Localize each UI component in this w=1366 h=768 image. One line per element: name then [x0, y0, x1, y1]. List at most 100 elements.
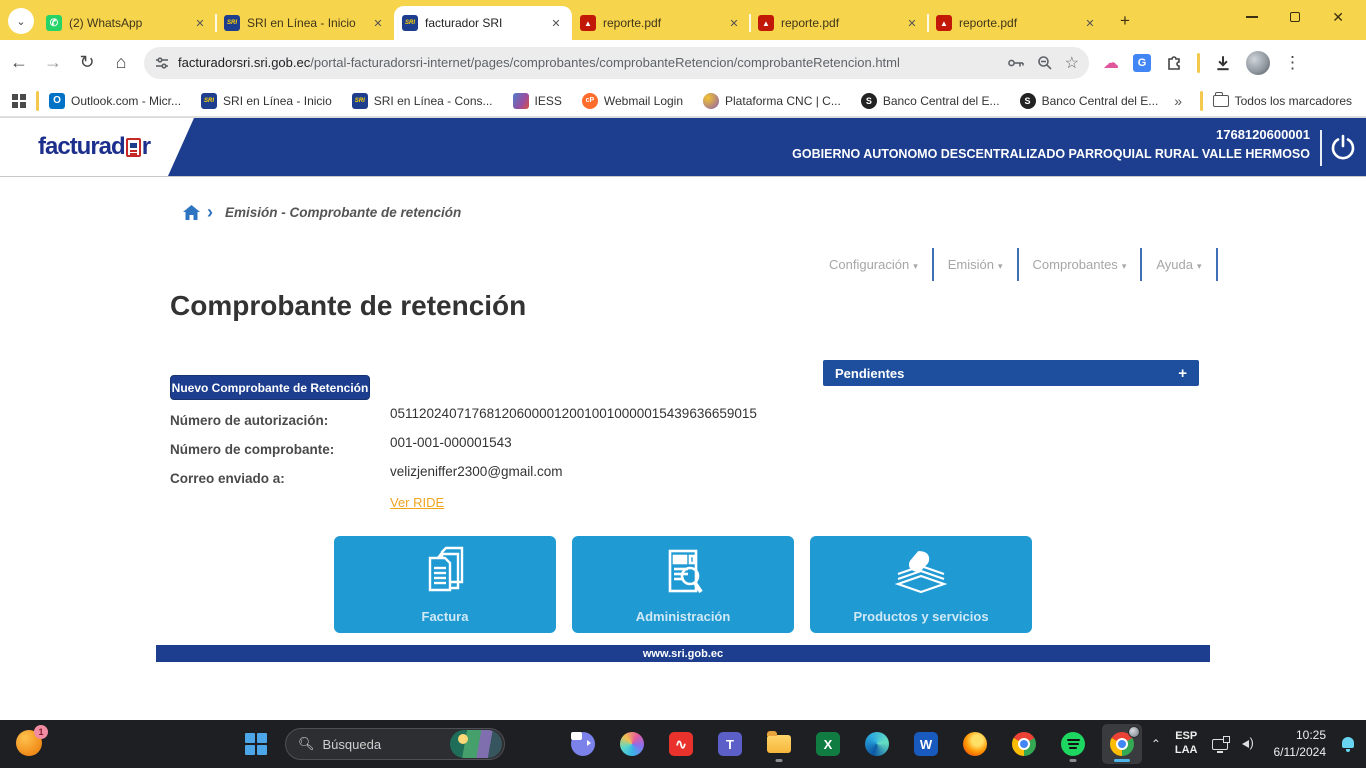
tab-reporte-pdf-1[interactable]: ▲ reporte.pdf ✕ — [572, 6, 750, 40]
bookmarks-overflow-icon[interactable]: » — [1174, 93, 1182, 109]
excel-button[interactable]: X — [808, 724, 848, 764]
profile-avatar — [1128, 726, 1140, 738]
word-button[interactable]: W — [906, 724, 946, 764]
logout-power-icon[interactable] — [1328, 133, 1358, 163]
tray-chevron-up-icon[interactable]: ⌃ — [1151, 737, 1161, 751]
tab-sri-en-linea[interactable]: SRI SRI en Línea - Inicio ✕ — [216, 6, 394, 40]
excel-icon: X — [816, 732, 840, 756]
tab-facturador-sri-active[interactable]: SRI facturador SRI ✕ — [394, 6, 572, 40]
tile-factura[interactable]: Factura — [334, 536, 556, 633]
nav-emision[interactable]: Emisión▾ — [934, 248, 1019, 281]
bookmark-banco-central-2[interactable]: S Banco Central del E... — [1020, 93, 1159, 109]
field-row: Número de comprobante: 001-001-000001543 — [170, 435, 810, 457]
chrome-profile-button-active[interactable] — [1102, 724, 1142, 764]
edge-button[interactable] — [857, 724, 897, 764]
facturador-logo[interactable]: facturadr — [38, 133, 150, 161]
tab-close-icon[interactable]: ✕ — [192, 15, 208, 31]
ver-ride-link[interactable]: Ver RIDE — [390, 495, 444, 510]
menu-dots-icon[interactable]: ⋮ — [1284, 53, 1301, 73]
site-info-tune-icon[interactable] — [154, 55, 170, 71]
profile-avatar[interactable] — [1246, 51, 1270, 75]
sri-favicon: SRI — [402, 15, 418, 31]
notification-bell-icon[interactable] — [1340, 736, 1356, 752]
tab-whatsapp[interactable]: ✆ (2) WhatsApp ✕ — [38, 6, 216, 40]
field-row: Correo enviado a: velizjeniffer2300@gmai… — [170, 464, 810, 486]
zoom-icon[interactable] — [1037, 55, 1053, 71]
bookmarks-bar: O Outlook.com - Micr... SRI SRI en Línea… — [0, 85, 1366, 117]
bookmark-sri-inicio[interactable]: SRI SRI en Línea - Inicio — [201, 93, 332, 109]
network-icon[interactable] — [1212, 739, 1228, 750]
bookmark-webmail[interactable]: cP Webmail Login — [582, 93, 683, 109]
nav-comprobantes[interactable]: Comprobantes▾ — [1019, 248, 1143, 281]
download-icon[interactable] — [1214, 54, 1232, 72]
translate-icon[interactable]: G — [1133, 54, 1151, 72]
pendientes-panel-header[interactable]: Pendientes + — [823, 360, 1199, 386]
taskbar-search[interactable]: 🔍︎ Búsqueda — [285, 728, 505, 760]
task-view-button[interactable] — [514, 724, 554, 764]
chat-button[interactable] — [563, 724, 603, 764]
forward-icon[interactable]: → — [38, 48, 68, 78]
nav-configuracion[interactable]: Configuración▾ — [815, 248, 934, 281]
whatsapp-icon: ✆ — [46, 15, 62, 31]
all-bookmarks-button[interactable]: Todos los marcadores — [1213, 94, 1352, 108]
site-header: facturadr 1768120600001 GOBIERNO AUTONOM… — [0, 117, 1366, 177]
tab-close-icon[interactable]: ✕ — [1082, 15, 1098, 31]
back-icon[interactable]: ← — [4, 48, 34, 78]
maximize-icon[interactable] — [1290, 12, 1300, 22]
language-line1: ESP — [1175, 730, 1197, 742]
copilot-icon — [620, 732, 644, 756]
tab-close-icon[interactable]: ✕ — [726, 15, 742, 31]
chat-icon — [571, 732, 595, 756]
bookmark-iess[interactable]: IESS — [513, 93, 562, 109]
copilot-button[interactable] — [612, 724, 652, 764]
tab-reporte-pdf-3[interactable]: ▲ reporte.pdf ✕ — [928, 6, 1106, 40]
home-icon[interactable] — [182, 204, 201, 221]
acrobat-button[interactable] — [661, 724, 701, 764]
minimize-icon[interactable] — [1246, 16, 1258, 18]
nav-ayuda[interactable]: Ayuda▾ — [1142, 248, 1217, 281]
bookmark-outlook[interactable]: O Outlook.com - Micr... — [49, 93, 181, 109]
chrome-button[interactable] — [1004, 724, 1044, 764]
tab-close-icon[interactable]: ✕ — [548, 15, 564, 31]
tab-label: reporte.pdf — [603, 16, 726, 30]
tab-label: reporte.pdf — [959, 16, 1082, 30]
tile-productos-servicios[interactable]: Productos y servicios — [810, 536, 1032, 633]
weather-widget-icon[interactable]: 1 — [16, 730, 42, 756]
spotify-button[interactable] — [1053, 724, 1093, 764]
apps-grid-icon[interactable] — [12, 94, 26, 108]
reload-icon[interactable]: ↻ — [72, 48, 102, 78]
field-label: Correo enviado a: — [170, 464, 390, 486]
file-explorer-button[interactable] — [759, 724, 799, 764]
address-bar[interactable]: facturadorsri.sri.gob.ec/portal-facturad… — [144, 47, 1089, 79]
teams-button[interactable]: T — [710, 724, 750, 764]
bookmark-sri-consultas[interactable]: SRI SRI en Línea - Cons... — [352, 93, 493, 109]
home-icon[interactable]: ⌂ — [106, 48, 136, 78]
volume-icon[interactable] — [1242, 737, 1260, 751]
new-tab-button[interactable]: + — [1112, 8, 1138, 34]
chevron-right-icon: › — [207, 203, 213, 221]
expand-plus-icon[interactable]: + — [1178, 365, 1187, 382]
passwords-key-icon[interactable] — [1007, 56, 1025, 70]
language-indicator[interactable]: ESP LAA — [1175, 730, 1198, 758]
new-retention-voucher-button[interactable]: Nuevo Comprobante de Retención — [170, 375, 370, 400]
weather-extension-icon[interactable]: ☁ — [1103, 53, 1119, 73]
clock[interactable]: 10:25 6/11/2024 — [1274, 727, 1327, 761]
tab-close-icon[interactable]: ✕ — [370, 15, 386, 31]
tab-search-button[interactable]: ⌄ — [8, 8, 34, 34]
bookmark-star-icon[interactable]: ☆ — [1065, 53, 1079, 73]
firefox-button[interactable] — [955, 724, 995, 764]
tab-close-icon[interactable]: ✕ — [904, 15, 920, 31]
bookmark-label: Banco Central del E... — [883, 94, 1000, 108]
extensions-puzzle-icon[interactable] — [1165, 54, 1183, 72]
main-nav: Configuración▾ Emisión▾ Comprobantes▾ Ay… — [815, 248, 1171, 281]
browser-tab-strip: ⌄ ✆ (2) WhatsApp ✕ SRI SRI en Línea - In… — [0, 0, 1366, 40]
search-highlight-image[interactable] — [450, 730, 502, 758]
word-icon: W — [914, 732, 938, 756]
close-icon[interactable]: ✕ — [1332, 9, 1344, 26]
start-button[interactable] — [236, 724, 276, 764]
voucher-number: 001-001-000001543 — [390, 435, 512, 457]
bookmark-cnc[interactable]: Plataforma CNC | C... — [703, 93, 841, 109]
tile-administracion[interactable]: Administración — [572, 536, 794, 633]
tab-reporte-pdf-2[interactable]: ▲ reporte.pdf ✕ — [750, 6, 928, 40]
bookmark-banco-central-1[interactable]: S Banco Central del E... — [861, 93, 1000, 109]
